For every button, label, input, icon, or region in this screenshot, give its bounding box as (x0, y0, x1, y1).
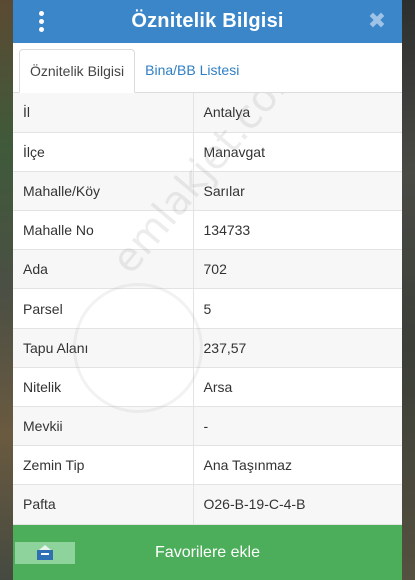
more-vertical-icon[interactable] (31, 5, 51, 37)
table-row: Pafta O26-B-19-C-4-B (13, 484, 402, 525)
attribute-key: Pafta (13, 484, 194, 525)
attribute-value: - (193, 406, 402, 447)
attribute-value: Antalya (193, 93, 402, 133)
attribute-key: Mahalle/Köy (13, 171, 194, 212)
attribute-key: Mahalle No (13, 210, 194, 251)
table-row: İlçe Manavgat (13, 132, 402, 172)
attribute-key: Ada (13, 249, 194, 290)
attribute-key: Mevkii (13, 406, 194, 447)
table-row: Mahalle No 134733 (13, 210, 402, 251)
tab-oznitelik-bilgisi[interactable]: Öznitelik Bilgisi (19, 49, 136, 93)
attribute-value: Manavgat (193, 132, 402, 172)
attribute-table-container: İl Antalya İlçe Manavgat Mahalle/Köy Sar… (13, 93, 402, 525)
dialog-header: Öznitelik Bilgisi ✖ (13, 0, 402, 43)
attribute-value: Arsa (193, 367, 402, 408)
attribute-key: İl (13, 93, 194, 133)
table-row: Mevkii - (13, 406, 402, 447)
map-background-right (401, 0, 415, 580)
attribute-value: Sarılar (193, 171, 402, 212)
table-row: Nitelik Arsa (13, 367, 402, 408)
attribute-value: 237,57 (193, 328, 402, 368)
favorite-icon (15, 542, 75, 564)
attribute-table: İl Antalya İlçe Manavgat Mahalle/Köy Sar… (13, 93, 402, 525)
table-row: Zemin Tip Ana Taşınmaz (13, 445, 402, 486)
tab-bar: Öznitelik Bilgisi Bina/BB Listesi (13, 43, 402, 93)
table-row: Mahalle/Köy Sarılar (13, 171, 402, 212)
attribute-key: Tapu Alanı (13, 328, 194, 368)
attribute-key: Nitelik (13, 367, 194, 408)
favorite-button[interactable]: Favorilere ekle (13, 525, 402, 580)
attribute-value: O26-B-19-C-4-B (193, 484, 402, 525)
attribute-dialog: Öznitelik Bilgisi ✖ Öznitelik Bilgisi Bi… (13, 0, 402, 580)
attribute-key: Parsel (13, 288, 194, 329)
attribute-value: 702 (193, 249, 402, 290)
table-row: Tapu Alanı 237,57 (13, 328, 402, 368)
close-icon[interactable]: ✖ (366, 8, 388, 34)
table-row: İl Antalya (13, 93, 402, 133)
dialog-title: Öznitelik Bilgisi (131, 10, 284, 32)
attribute-key: İlçe (13, 132, 194, 172)
attribute-value: 134733 (193, 210, 402, 251)
favorite-button-label: Favorilere ekle (155, 543, 260, 561)
tab-bina-bb-listesi[interactable]: Bina/BB Listesi (135, 48, 249, 92)
attribute-value: 5 (193, 288, 402, 329)
table-row: Parsel 5 (13, 288, 402, 329)
map-background-left (0, 0, 14, 580)
attribute-key: Zemin Tip (13, 445, 194, 486)
attribute-value: Ana Taşınmaz (193, 445, 402, 486)
table-row: Ada 702 (13, 249, 402, 290)
